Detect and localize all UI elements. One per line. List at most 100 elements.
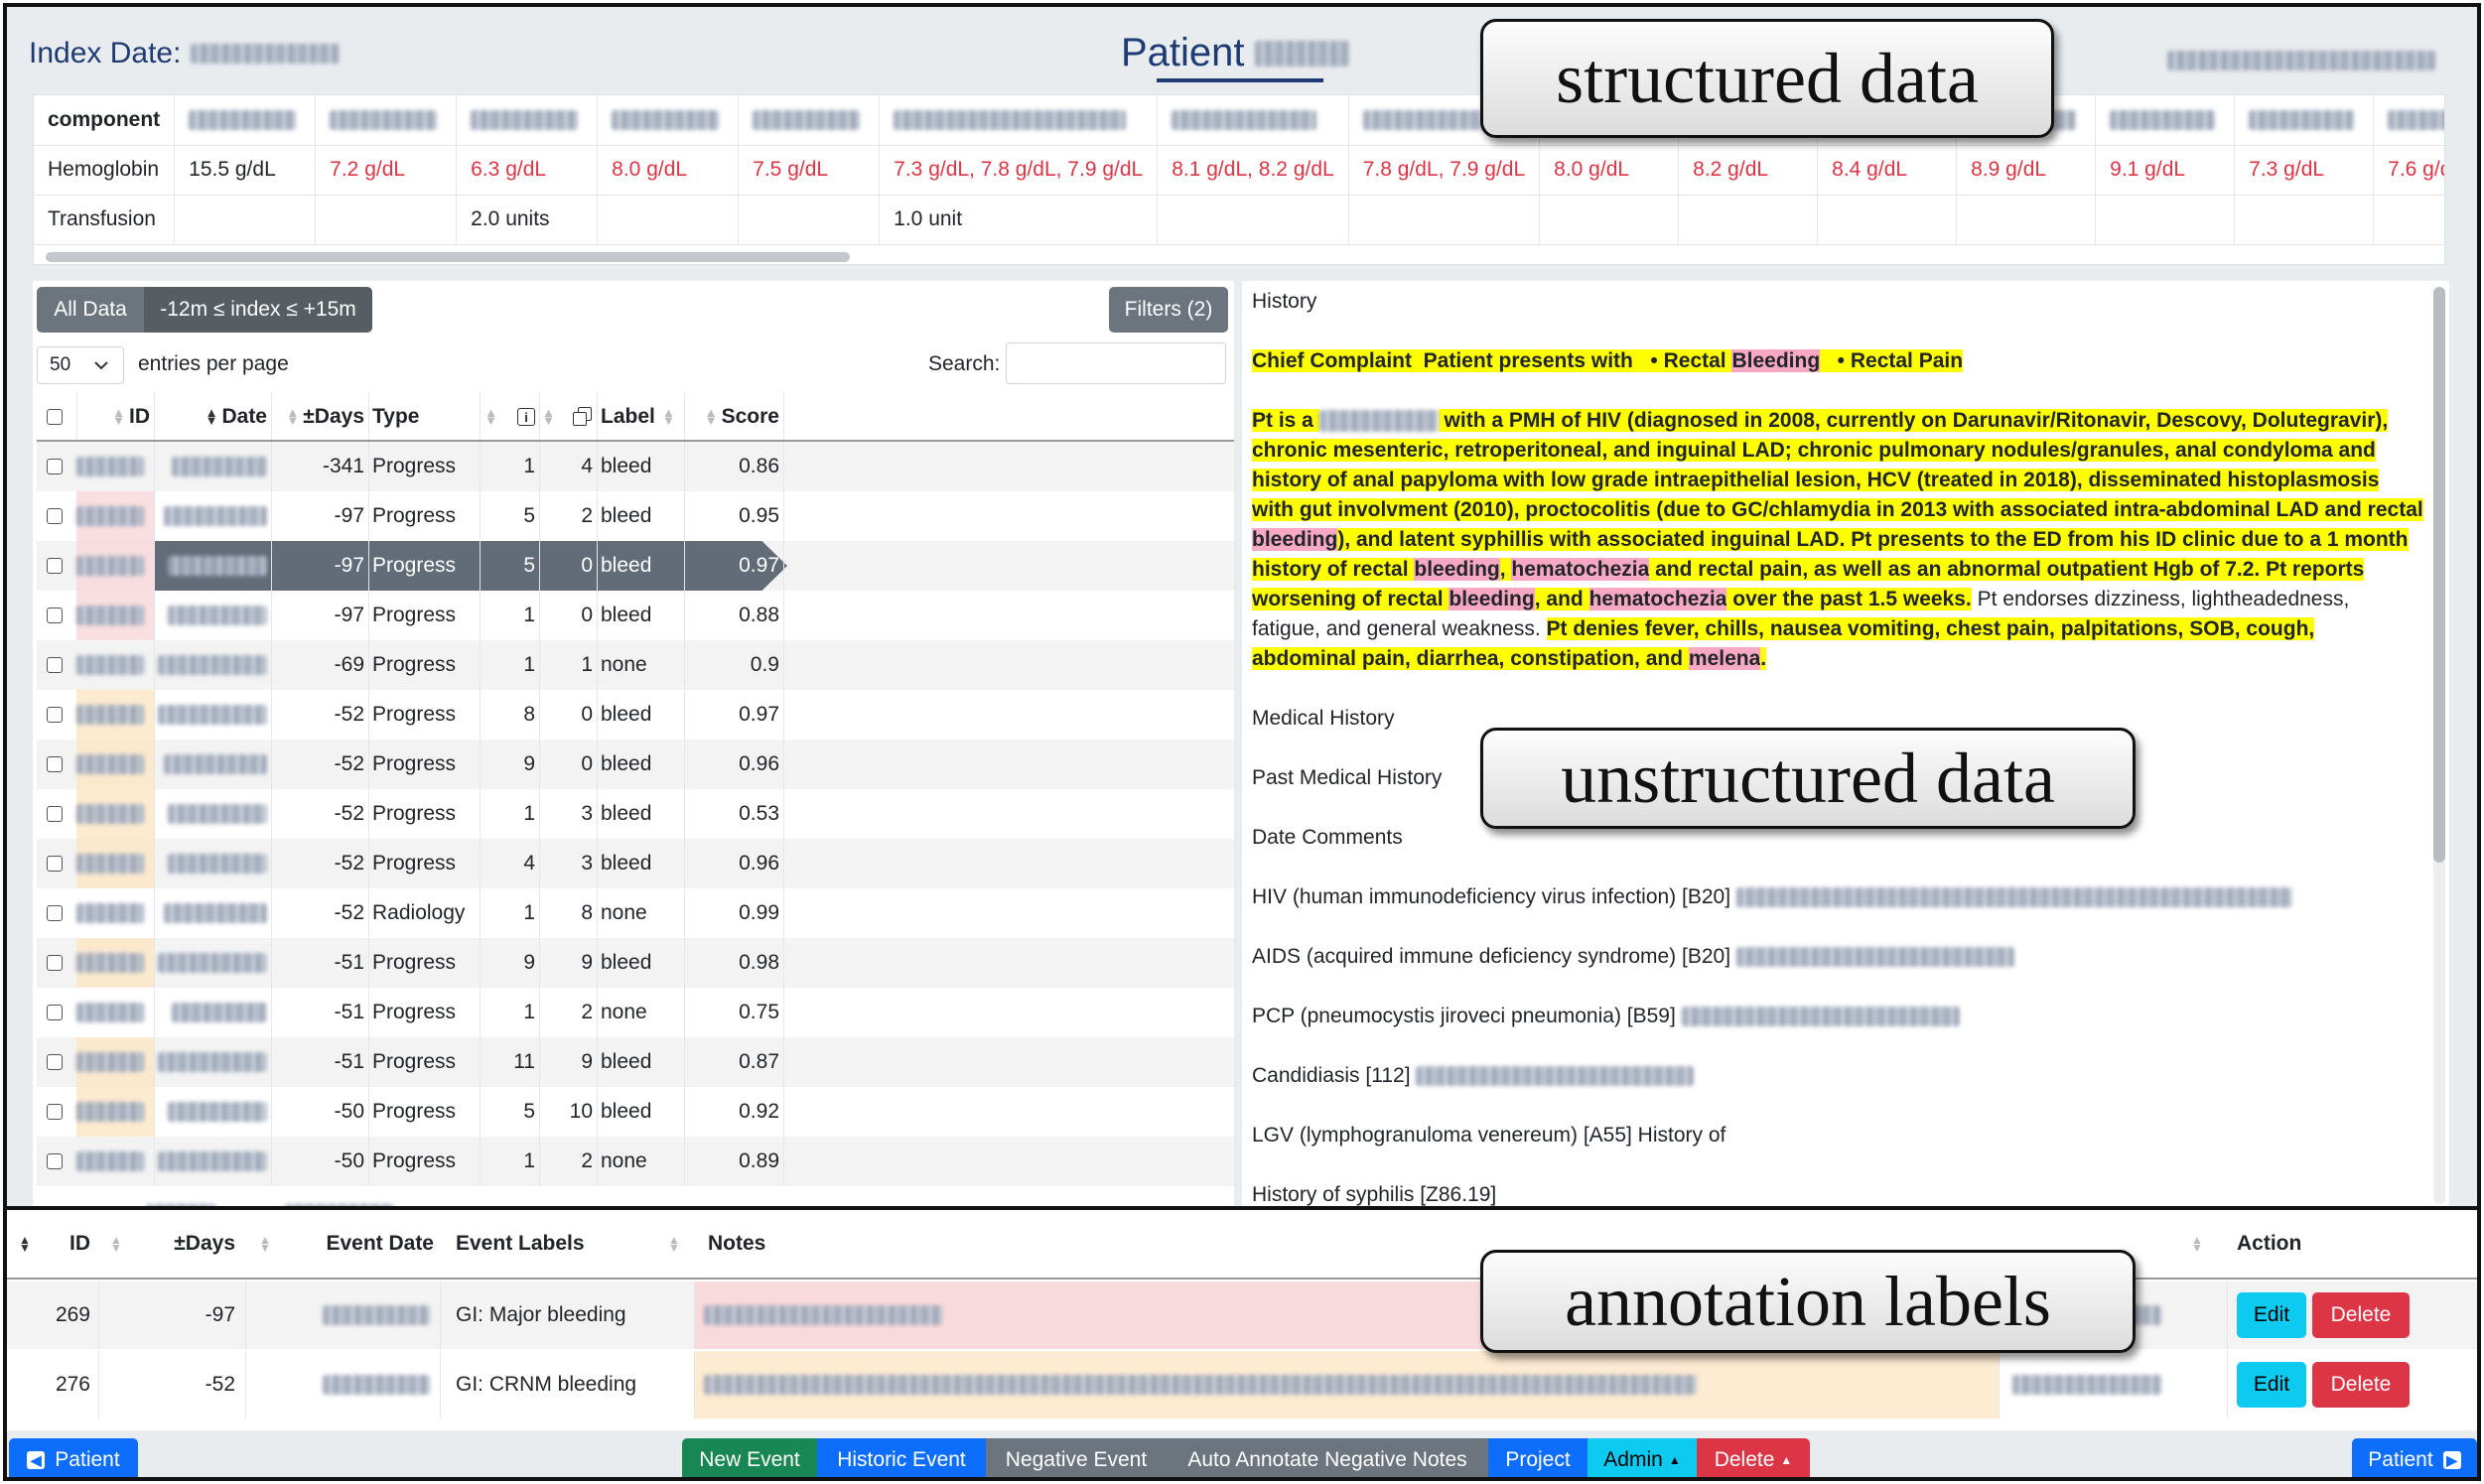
sort-icon[interactable]: ▲ ▼ bbox=[662, 392, 679, 442]
delete-button[interactable]: Delete bbox=[2312, 1292, 2410, 1338]
row-type: Progress bbox=[372, 604, 457, 626]
row-checkbox-cell[interactable] bbox=[47, 442, 63, 491]
select-all-checkbox[interactable] bbox=[47, 392, 63, 442]
structured-cell: 8.0 g/dL bbox=[597, 145, 740, 196]
row-checkbox[interactable] bbox=[47, 508, 63, 524]
table-row[interactable]: -50 Progress 5 10 bleed 0.92 bbox=[37, 1087, 1234, 1137]
row-checkbox[interactable] bbox=[47, 558, 63, 574]
table-row[interactable]: -97 Progress 1 0 bleed 0.88 bbox=[37, 591, 1234, 640]
next-patient-button[interactable]: Patient ▶ bbox=[2352, 1438, 2477, 1477]
sort-icon[interactable]: ▲ ▼ bbox=[484, 406, 497, 427]
filters-button[interactable]: Filters (2) bbox=[1109, 287, 1228, 333]
row-checkbox-cell[interactable] bbox=[47, 541, 63, 591]
table-row[interactable]: -97 Progress 5 2 bleed 0.95 bbox=[37, 491, 1234, 541]
sort-icon[interactable]: ▲ ▼ bbox=[2191, 1210, 2207, 1278]
delete-dropdown[interactable]: Delete ▲ bbox=[1697, 1438, 1810, 1477]
all-data-button[interactable]: All Data bbox=[37, 287, 144, 333]
col-type[interactable]: Type bbox=[372, 392, 476, 442]
col-notes[interactable]: Notes bbox=[708, 1210, 765, 1278]
table-row[interactable]: -52 Progress 4 3 bleed 0.96 bbox=[37, 839, 1234, 888]
table-row[interactable]: -97 Progress 5 0 bleed 0.97 bbox=[37, 541, 1234, 591]
row-checkbox[interactable] bbox=[47, 905, 63, 921]
project-button[interactable]: Project bbox=[1488, 1438, 1587, 1477]
sort-icon[interactable]: ▲ ▼ bbox=[19, 1210, 35, 1278]
row-checkbox[interactable] bbox=[47, 459, 63, 474]
row-checkbox-cell[interactable] bbox=[47, 740, 63, 789]
structured-date-header bbox=[315, 95, 458, 146]
delete-button[interactable]: Delete bbox=[2312, 1362, 2410, 1408]
table-row[interactable]: -51 Progress 1 2 none 0.75 bbox=[37, 988, 1234, 1037]
row-checkbox[interactable] bbox=[47, 856, 63, 872]
sort-icon[interactable]: ▲ ▼ bbox=[668, 1210, 684, 1278]
auto-annotate-button[interactable]: Auto Annotate Negative Notes bbox=[1167, 1438, 1488, 1477]
table-row[interactable]: -52 Progress 1 3 bleed 0.53 bbox=[37, 789, 1234, 839]
row-checkbox-cell[interactable] bbox=[47, 938, 63, 988]
col-days[interactable]: ▲ ▼ ±Days bbox=[271, 392, 364, 442]
row-checkbox-cell[interactable] bbox=[47, 988, 63, 1037]
row-checkbox-cell[interactable] bbox=[47, 690, 63, 740]
row-date bbox=[154, 491, 267, 541]
sort-icon[interactable]: ▲ ▼ bbox=[112, 406, 125, 427]
table-row[interactable]: -52 Radiology 1 8 none 0.99 bbox=[37, 888, 1234, 938]
horizontal-scrollbar[interactable] bbox=[46, 252, 850, 262]
table-row[interactable]: -52 Progress 9 0 bleed 0.96 bbox=[37, 740, 1234, 789]
historic-event-button[interactable]: Historic Event bbox=[817, 1438, 986, 1477]
prev-patient-button[interactable]: ◀ Patient bbox=[9, 1438, 138, 1477]
col-event-date[interactable]: Event Date bbox=[295, 1210, 434, 1278]
sort-icon[interactable]: ▲ ▼ bbox=[110, 1210, 126, 1278]
new-event-button[interactable]: New Event bbox=[682, 1438, 817, 1477]
row-checkbox[interactable] bbox=[47, 657, 63, 673]
column-divider bbox=[480, 789, 481, 839]
annotation-row[interactable]: 276 -52 GI: CRNM bleeding Edit Delete bbox=[7, 1351, 2477, 1418]
col-score[interactable]: ▲ ▼ Score bbox=[688, 392, 779, 442]
row-checkbox[interactable] bbox=[47, 707, 63, 723]
row-checkbox[interactable] bbox=[47, 955, 63, 971]
row-checkbox-cell[interactable] bbox=[47, 491, 63, 541]
col-info[interactable]: ▲ ▼ i bbox=[480, 392, 535, 442]
table-row[interactable]: -341 Progress 1 4 bleed 0.86 bbox=[37, 442, 1234, 491]
edit-button[interactable]: Edit bbox=[2237, 1292, 2306, 1338]
row-checkbox-cell[interactable] bbox=[47, 1137, 63, 1186]
row-checkbox[interactable] bbox=[47, 806, 63, 822]
row-checkbox[interactable] bbox=[47, 1054, 63, 1070]
row-checkbox-cell[interactable] bbox=[47, 888, 63, 938]
table-row[interactable]: -51 Progress 11 9 bleed 0.87 bbox=[37, 1037, 1234, 1087]
note-scroll-thumb[interactable] bbox=[2433, 287, 2445, 863]
table-row[interactable]: -52 Progress 8 0 bleed 0.97 bbox=[37, 690, 1234, 740]
structured-cell: 1.0 unit bbox=[879, 195, 1159, 245]
table-row[interactable]: -69 Progress 1 1 none 0.9 bbox=[37, 640, 1234, 690]
sort-icon[interactable]: ▲ ▼ bbox=[542, 406, 555, 427]
sort-icon[interactable]: ▲ ▼ bbox=[286, 406, 299, 427]
row-checkbox-cell[interactable] bbox=[47, 789, 63, 839]
date-range-button[interactable]: -12m ≤ index ≤ +15m bbox=[144, 287, 372, 333]
col-copies[interactable]: ▲ ▼ bbox=[539, 392, 593, 442]
col-event-labels[interactable]: Event Labels bbox=[456, 1210, 585, 1278]
row-checkbox-cell[interactable] bbox=[47, 839, 63, 888]
col-id[interactable]: ID bbox=[47, 1210, 90, 1278]
row-checkbox-cell[interactable] bbox=[47, 591, 63, 640]
row-checkbox[interactable] bbox=[47, 1005, 63, 1020]
entries-per-page-select[interactable]: 50 bbox=[37, 346, 124, 384]
search-input[interactable] bbox=[1006, 342, 1226, 384]
checkbox[interactable] bbox=[47, 409, 63, 425]
table-row[interactable]: -50 Progress 1 2 none 0.89 bbox=[37, 1137, 1234, 1186]
row-checkbox-cell[interactable] bbox=[47, 1087, 63, 1137]
row-id bbox=[76, 888, 154, 938]
sort-icon[interactable]: ▲ ▼ bbox=[259, 1210, 275, 1278]
admin-dropdown[interactable]: Admin ▲ bbox=[1587, 1438, 1697, 1477]
col-days[interactable]: ±Days bbox=[146, 1210, 235, 1278]
row-checkbox[interactable] bbox=[47, 1153, 63, 1169]
row-checkbox[interactable] bbox=[47, 607, 63, 623]
user-menu[interactable] bbox=[2167, 47, 2435, 72]
edit-button[interactable]: Edit bbox=[2237, 1362, 2306, 1408]
sort-icon[interactable]: ▲ ▼ bbox=[206, 406, 218, 427]
row-checkbox-cell[interactable] bbox=[47, 640, 63, 690]
col-date[interactable]: ▲ ▼ Date bbox=[154, 392, 267, 442]
table-row[interactable]: -51 Progress 9 9 bleed 0.98 bbox=[37, 938, 1234, 988]
row-checkbox[interactable] bbox=[47, 1104, 63, 1120]
row-checkbox[interactable] bbox=[47, 756, 63, 772]
row-checkbox-cell[interactable] bbox=[47, 1037, 63, 1087]
sort-icon[interactable]: ▲ ▼ bbox=[705, 406, 718, 427]
negative-event-button[interactable]: Negative Event bbox=[986, 1438, 1167, 1477]
col-id[interactable]: ▲ ▼ ID bbox=[76, 392, 150, 442]
